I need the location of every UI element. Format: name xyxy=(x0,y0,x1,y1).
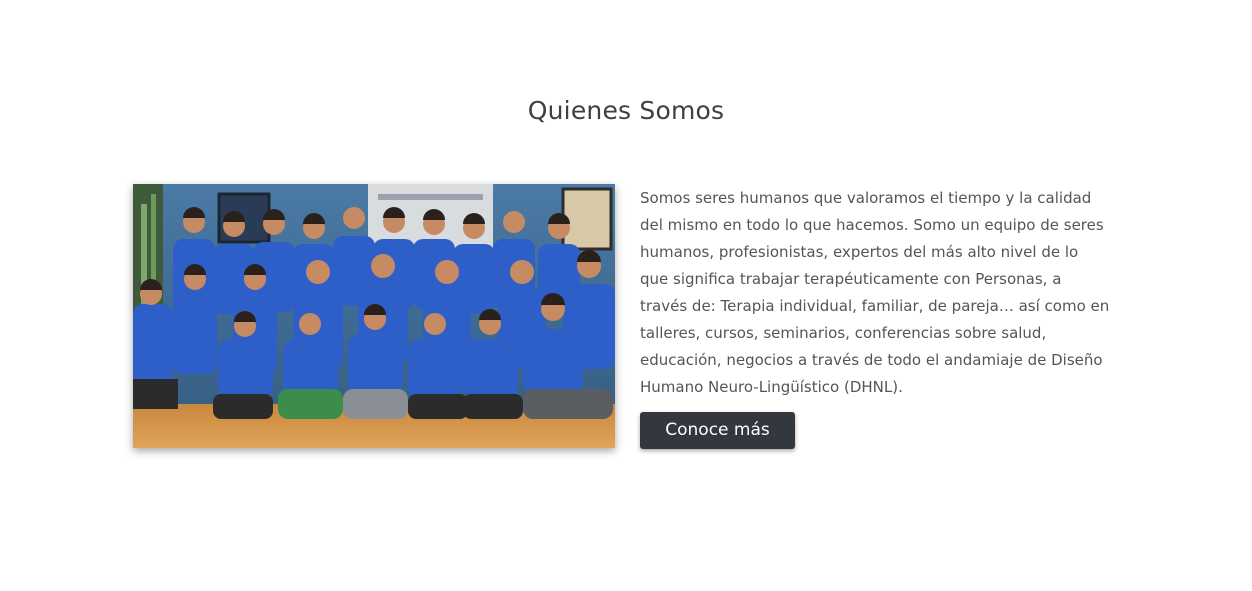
about-section: Quienes Somos Somos seres humanos que va… xyxy=(0,0,1252,591)
about-description: Somos seres humanos que valoramos el tie… xyxy=(640,189,1110,396)
learn-more-button[interactable]: Conoce más xyxy=(640,412,795,449)
about-text: Somos seres humanos que valoramos el tie… xyxy=(640,185,1110,401)
team-photo xyxy=(133,184,615,448)
section-title: Quienes Somos xyxy=(527,96,725,125)
